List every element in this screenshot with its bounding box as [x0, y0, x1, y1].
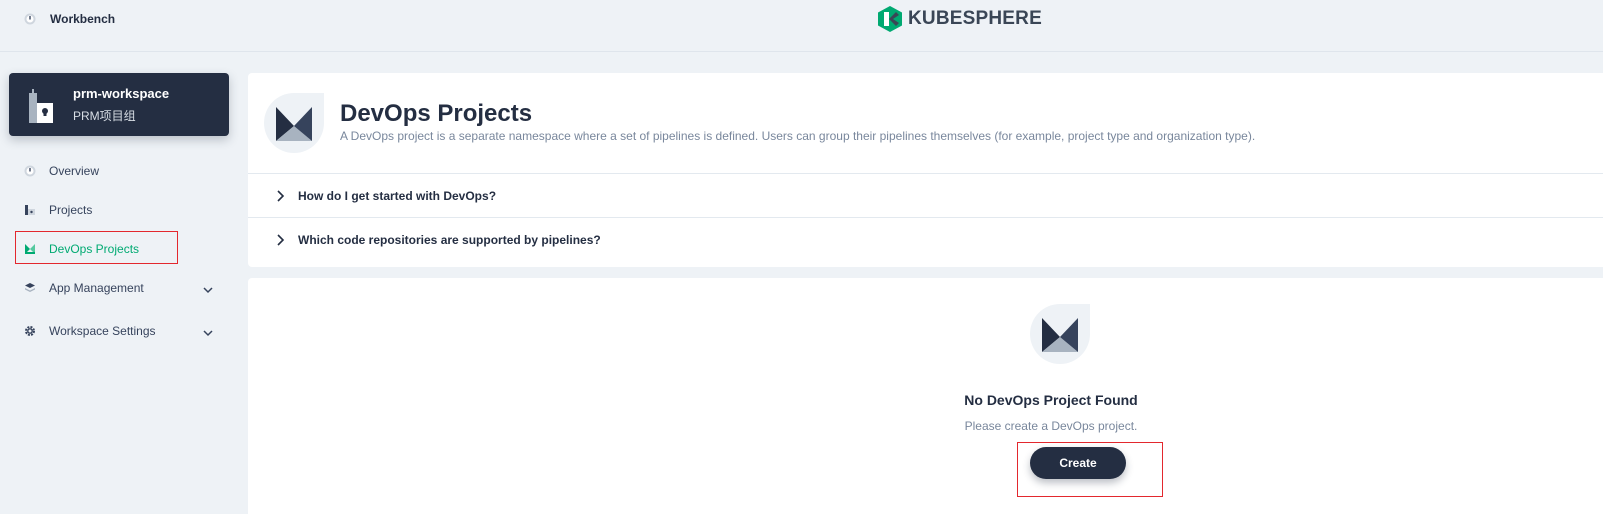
devops-header-panel: DevOps Projects A DevOps project is a se… — [248, 73, 1603, 267]
sidebar-item-app-management[interactable]: App Management — [23, 278, 144, 298]
faq-question: Which code repositories are supported by… — [298, 233, 601, 247]
logo-text: KUBESPHERE — [908, 8, 1042, 29]
gear-icon — [23, 324, 37, 338]
workspace-card[interactable]: prm-workspace PRM项目组 — [9, 73, 229, 136]
devops-icon — [1030, 304, 1090, 364]
kubesphere-logo-icon — [878, 6, 902, 32]
workspace-name: prm-workspace — [73, 86, 170, 101]
project-icon — [23, 203, 37, 217]
sidebar-item-overview[interactable]: Overview — [23, 161, 99, 181]
sidebar-item-label: Projects — [49, 203, 93, 217]
top-bar: Workbench KUBESPHERE — [0, 0, 1603, 52]
page-description: A DevOps project is a separate namespace… — [340, 129, 1256, 143]
sidebar-item-label: Workspace Settings — [49, 324, 156, 338]
sidebar-item-label: Overview — [49, 164, 100, 178]
faq-question: How do I get started with DevOps? — [298, 189, 497, 203]
sidebar-item-projects[interactable]: Projects — [23, 200, 92, 220]
highlight-box-devops-nav — [15, 231, 178, 264]
chevron-right-icon — [277, 190, 285, 202]
workspace-description: PRM项目组 — [73, 109, 136, 123]
page-title: DevOps Projects — [340, 100, 533, 127]
kubesphere-logo[interactable]: KUBESPHERE — [877, 5, 1042, 33]
chevron-down-icon[interactable] — [203, 287, 213, 294]
workbench-link[interactable]: Workbench — [24, 12, 115, 26]
appcenter-icon — [23, 281, 37, 295]
faq-item[interactable]: How do I get started with DevOps? — [248, 173, 1603, 218]
workbench-label: Workbench — [50, 12, 116, 26]
faq-item[interactable]: Which code repositories are supported by… — [248, 217, 1603, 262]
chevron-right-icon — [277, 234, 285, 246]
dashboard-icon — [23, 164, 37, 178]
devops-icon — [264, 93, 324, 153]
workspace-icon — [29, 89, 53, 123]
empty-state-title: No DevOps Project Found — [964, 392, 1138, 408]
highlight-box-create-button — [1017, 442, 1163, 497]
sidebar-item-workspace-settings[interactable]: Workspace Settings — [23, 321, 156, 341]
empty-state-panel: No DevOps Project Found Please create a … — [248, 278, 1603, 514]
chevron-down-icon[interactable] — [203, 330, 213, 337]
dashboard-icon — [24, 13, 36, 25]
empty-state-description: Please create a DevOps project. — [964, 419, 1138, 433]
sidebar-item-label: App Management — [49, 281, 144, 295]
